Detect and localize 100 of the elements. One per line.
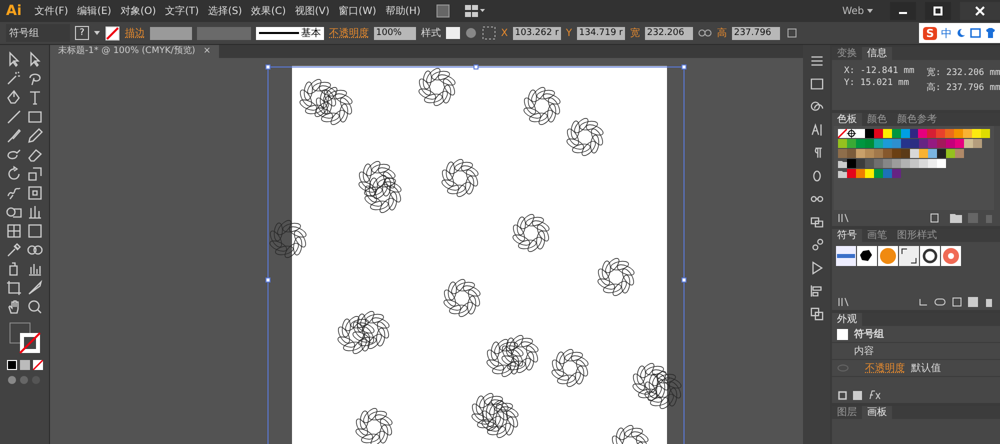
menu-item[interactable]: 文件(F) (34, 4, 68, 18)
stroke-profile-dropdown[interactable]: 基本 (256, 26, 324, 40)
color-swatch[interactable] (865, 159, 874, 168)
corner-frame-symbol[interactable] (899, 246, 919, 266)
close-tab-button[interactable]: × (203, 45, 211, 58)
pathfinder-icon[interactable] (808, 306, 824, 322)
ime-mode[interactable]: 中 (941, 26, 952, 40)
menu-item[interactable]: 选择(S) (208, 4, 242, 18)
panel-tab[interactable]: 画笔 (862, 229, 892, 242)
color-swatch[interactable] (954, 129, 964, 138)
color-swatch[interactable] (928, 159, 937, 168)
panel-tab[interactable]: 图形样式 (892, 229, 942, 242)
dropper-tool-icon[interactable] (5, 241, 23, 259)
knife-tool-icon[interactable] (26, 279, 44, 297)
stroke-link[interactable]: 描边 (125, 26, 145, 40)
maximize-button[interactable] (925, 2, 951, 20)
line-tool-icon[interactable] (5, 108, 23, 126)
panel-tab[interactable]: 信息 (862, 47, 892, 60)
new-folder-icon[interactable] (950, 213, 962, 223)
height-field[interactable]: 237.796 (732, 26, 780, 40)
menu-item[interactable]: 文字(T) (165, 4, 199, 18)
transform-tool-icon[interactable] (26, 184, 44, 202)
color-swatch[interactable] (874, 139, 883, 148)
moon-icon[interactable] (956, 28, 966, 38)
fill-swatch[interactable]: ? (75, 26, 89, 40)
color-swatch[interactable] (945, 129, 954, 138)
graphic-style-swatch[interactable] (446, 27, 460, 39)
gradient-mode-icon[interactable] (20, 360, 30, 370)
color-swatch[interactable] (937, 149, 946, 158)
color-swatch[interactable] (927, 129, 936, 138)
color-swatch[interactable] (964, 139, 973, 148)
color-swatch[interactable] (865, 149, 874, 158)
color-swatch[interactable] (937, 159, 946, 168)
menu-item[interactable]: 编辑(E) (77, 4, 112, 18)
document-tab[interactable]: 未标题-1* @ 100% (CMYK/预览) × (50, 45, 219, 58)
color-swatch[interactable] (883, 169, 892, 178)
color-swatch[interactable] (928, 139, 937, 148)
symbol-options-icon[interactable] (952, 297, 962, 307)
panel-tab[interactable]: 画板 (862, 406, 892, 419)
place-symbol-icon[interactable] (918, 297, 928, 307)
new-swatch-icon[interactable] (968, 213, 978, 223)
panel-tab[interactable]: 图层 (832, 406, 862, 419)
color-swatch[interactable] (937, 139, 946, 148)
color-swatch[interactable] (847, 149, 856, 158)
color-swatch[interactable] (883, 159, 892, 168)
color-swatch[interactable] (963, 129, 972, 138)
effects-fx-icon[interactable] (868, 390, 882, 400)
color-swatch[interactable] (874, 169, 883, 178)
y-field[interactable]: 134.719 r (576, 26, 625, 40)
color-swatch[interactable] (936, 129, 946, 138)
color-swatch[interactable] (856, 139, 865, 148)
fill-stroke-icon[interactable] (8, 321, 42, 355)
color-swatch[interactable] (919, 149, 928, 158)
panel-tab[interactable]: 变换 (832, 47, 862, 60)
trash-icon[interactable] (984, 297, 994, 307)
color-swatch[interactable] (883, 149, 892, 158)
color-swatch[interactable] (910, 139, 919, 148)
menu-item[interactable]: 对象(O) (120, 4, 156, 18)
ime-logo[interactable]: S (923, 26, 937, 40)
panel-tab[interactable]: 外观 (832, 313, 862, 326)
dropdown-caret-icon[interactable] (867, 9, 873, 13)
color-swatch[interactable] (847, 159, 856, 168)
zoom-tool-icon[interactable] (26, 298, 44, 316)
color-swatch[interactable] (981, 129, 990, 138)
minimize-button[interactable] (890, 2, 916, 20)
menu-item[interactable]: 效果(C) (251, 4, 286, 18)
color-swatch[interactable] (955, 139, 964, 148)
panel-tab[interactable]: 符号 (832, 229, 862, 242)
color-swatch[interactable] (883, 139, 892, 148)
new-stroke-icon[interactable] (838, 390, 847, 400)
width-field[interactable]: 232.206 (644, 26, 693, 40)
color-swatch[interactable] (972, 129, 981, 138)
folder-icon[interactable] (838, 170, 847, 178)
color-swatch[interactable] (856, 159, 865, 168)
color-swatch[interactable] (856, 149, 865, 158)
scale-tool-icon[interactable] (26, 165, 44, 183)
reference-point-icon[interactable] (482, 26, 496, 40)
layout-grid-icon[interactable] (464, 5, 485, 17)
color-swatch[interactable] (892, 159, 901, 168)
x-field[interactable]: 103.262 r (512, 26, 561, 40)
type-icon[interactable] (808, 122, 824, 138)
link-icon[interactable] (698, 29, 712, 37)
panel-tab[interactable]: 色板 (832, 113, 862, 126)
color-swatch[interactable] (910, 149, 919, 158)
mesh-tool-icon[interactable] (5, 222, 23, 240)
dropdown-caret-icon[interactable] (94, 31, 100, 35)
opacity-link[interactable]: 不透明度 (865, 361, 905, 375)
color-swatch[interactable] (865, 169, 874, 178)
contents-row[interactable]: 内容 (854, 344, 874, 358)
keyboard-icon[interactable] (970, 28, 981, 38)
opacity-link[interactable]: 不透明度 (329, 26, 369, 40)
color-swatch[interactable] (856, 169, 865, 178)
color-swatch[interactable] (892, 149, 901, 158)
color-swatch[interactable] (901, 159, 910, 168)
shirt-icon[interactable] (985, 28, 996, 38)
ring-symbol[interactable] (920, 246, 940, 266)
panel-tab[interactable]: 颜色参考 (892, 113, 942, 126)
globe-icon[interactable] (465, 27, 477, 39)
close-button[interactable] (960, 2, 1000, 20)
color-swatch[interactable] (928, 149, 937, 158)
